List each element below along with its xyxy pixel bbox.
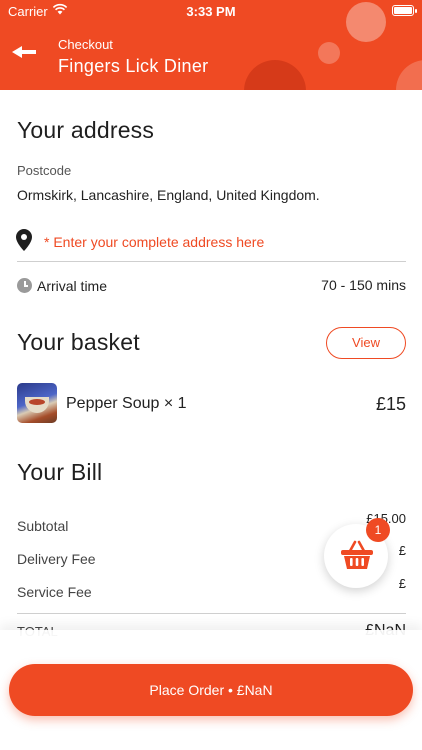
clock-icon: [17, 278, 32, 293]
cart-count-badge: 1: [366, 518, 390, 542]
header-subtitle: Checkout: [58, 37, 113, 52]
basket-item-price: £15: [375, 394, 406, 414]
bill-heading: Your Bill: [17, 459, 103, 485]
address-input[interactable]: [44, 230, 406, 254]
decorative-bubble: [396, 60, 422, 90]
decorative-bubble: [244, 60, 306, 90]
delivery-fee-value: £: [398, 543, 406, 558]
restaurant-name: Fingers Lick Diner: [58, 56, 209, 76]
place-order-button[interactable]: Place Order • £NaN: [9, 664, 413, 716]
item-thumbnail: [17, 383, 57, 423]
arrow-left-icon: [12, 46, 36, 58]
delivery-fee-label: Delivery Fee: [17, 551, 96, 567]
postcode-label: Postcode: [17, 163, 72, 178]
subtotal-label: Subtotal: [17, 518, 69, 534]
service-fee-label: Service Fee: [17, 584, 92, 600]
decorative-bubble: [318, 42, 340, 64]
arrival-time-value: 70 - 150 mins: [321, 277, 406, 293]
address-divider: [17, 261, 406, 262]
view-basket-button[interactable]: View: [326, 327, 406, 359]
basket-icon: [341, 540, 373, 569]
status-bar: Carrier 3:33 PM: [0, 0, 422, 22]
arrival-time-label: Arrival time: [37, 278, 108, 294]
basket-heading: Your basket: [17, 329, 140, 355]
address-heading: Your address: [17, 117, 155, 143]
status-time: 3:33 PM: [186, 4, 236, 19]
postcode-value: Ormskirk, Lancashire, England, United Ki…: [17, 187, 320, 203]
basket-item-name: Pepper Soup × 1: [66, 395, 187, 412]
back-button[interactable]: [8, 38, 40, 66]
bill-divider: [17, 613, 406, 614]
checkout-header: Carrier 3:33 PM Checkout Fingers Lick Di…: [0, 0, 422, 90]
battery-icon: [392, 5, 417, 16]
location-pin-icon: [16, 229, 32, 251]
service-fee-value: £: [398, 576, 406, 591]
